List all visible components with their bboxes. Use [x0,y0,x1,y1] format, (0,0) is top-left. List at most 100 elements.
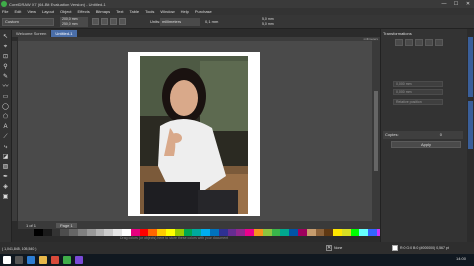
palette-swatch[interactable] [350,229,360,236]
drop-shadow-icon[interactable]: ◪ [2,154,9,161]
palette-swatch[interactable] [341,229,351,236]
menu-window[interactable]: Window [160,9,174,14]
apply-button[interactable]: Apply [391,141,461,148]
menu-object[interactable]: Object [60,9,72,14]
palette-swatch[interactable] [165,229,175,236]
palette-swatch[interactable] [77,229,87,236]
menu-text[interactable]: Text [116,9,123,14]
parallel-dimension-icon[interactable]: ⟋ [2,134,9,141]
palette-swatch[interactable] [306,229,316,236]
palette-swatch[interactable] [262,229,272,236]
palette-swatch[interactable] [227,229,237,236]
palette-swatch[interactable] [333,229,342,236]
landscape-icon[interactable] [101,18,108,25]
text-tool-icon[interactable]: A [2,124,9,131]
palette-swatch[interactable] [104,229,114,236]
palette-swatch[interactable] [130,229,140,236]
palette-swatch[interactable] [148,229,158,236]
outline-swatch[interactable] [392,245,398,251]
scale-icon[interactable] [415,39,423,46]
palette-swatch[interactable] [183,229,193,236]
freehand-tool-icon[interactable]: ✎ [2,74,9,81]
relative-position-checkbox[interactable]: Relative position [393,99,443,105]
portrait-icon[interactable] [92,18,99,25]
palette-swatch[interactable] [113,229,122,236]
connector-tool-icon[interactable]: ⤷ [2,144,9,151]
crop-tool-icon[interactable]: ⊡ [2,54,9,61]
menu-effects[interactable]: Effects [78,9,90,14]
maximize-button[interactable]: ☐ [450,0,462,8]
menu-tools[interactable]: Tools [145,9,154,14]
current-page-icon[interactable] [119,18,126,25]
palette-swatch[interactable] [297,229,307,236]
transparency-icon[interactable]: ▨ [2,164,9,171]
nudge-distance-field[interactable]: 0,1 mm [205,19,218,24]
minimize-button[interactable]: — [438,0,450,8]
edge-icon[interactable] [27,256,35,264]
palette-swatch[interactable] [280,229,290,236]
palette-swatch[interactable] [289,229,298,236]
search-icon[interactable] [15,256,23,264]
all-pages-icon[interactable] [110,18,117,25]
placed-bitmap-photo[interactable] [140,56,248,214]
menu-layout[interactable]: Layout [42,9,54,14]
units-select[interactable]: millimeters [160,18,200,26]
menu-purchase[interactable]: Purchase [195,9,212,14]
shape-tool-icon[interactable]: ⌖ [2,44,9,51]
palette-swatch[interactable] [324,229,334,236]
smart-fill-icon[interactable]: ▣ [2,194,9,201]
ellipse-tool-icon[interactable]: ◯ [2,104,9,111]
palette-swatch[interactable] [95,229,105,236]
palette-swatch[interactable] [315,229,325,236]
pick-tool-icon[interactable]: ↖ [2,34,9,41]
start-icon[interactable] [3,256,11,264]
menu-bitmaps[interactable]: Bitmaps [96,9,110,14]
palette-swatch[interactable] [192,229,202,236]
menu-file[interactable]: File [2,9,8,14]
palette-swatch[interactable] [34,229,43,236]
app-task-icon[interactable] [75,256,83,264]
explorer-icon[interactable] [39,256,47,264]
close-button[interactable]: ✕ [462,0,474,8]
palette-swatch[interactable] [51,229,61,236]
palette-swatch[interactable] [42,229,52,236]
palette-swatch[interactable] [209,229,219,236]
position-y-field[interactable]: 0,000 mm [393,89,443,95]
palette-swatch[interactable] [60,229,70,236]
side-tab-transformations[interactable] [468,37,473,97]
rotate-icon[interactable] [405,39,413,46]
menu-view[interactable]: View [27,9,36,14]
palette-swatch[interactable] [245,229,254,236]
vertical-ruler[interactable] [12,41,17,221]
palette-swatch[interactable] [368,229,378,236]
palette-swatch[interactable] [236,229,246,236]
side-tab-object-properties[interactable] [468,101,473,149]
eyedropper-icon[interactable]: ✒ [2,174,9,181]
rectangle-tool-icon[interactable]: ▭ [2,94,9,101]
polygon-tool-icon[interactable]: ⬠ [2,114,9,121]
vertical-scrollbar[interactable] [372,41,380,221]
tab-untitled-1[interactable]: Untitled-1 [51,30,77,37]
palette-swatch[interactable] [271,229,281,236]
position-icon[interactable] [395,39,403,46]
copies-field[interactable]: 0 [440,132,442,137]
zoom-tool-icon[interactable]: ⚲ [2,64,9,71]
palette-swatch[interactable] [86,229,96,236]
palette-swatch[interactable] [174,229,184,236]
interactive-fill-icon[interactable]: ◈ [2,184,9,191]
store-icon[interactable] [51,256,59,264]
artistic-media-icon[interactable]: 〰 [2,84,9,91]
page-tab-1[interactable]: Page 1 [56,222,77,228]
palette-swatch[interactable] [253,229,263,236]
palette-swatch[interactable] [359,229,369,236]
position-x-field[interactable]: 0,000 mm [393,81,443,87]
size-icon[interactable] [425,39,433,46]
menu-table[interactable]: Table [130,9,140,14]
tab-welcome-screen[interactable]: Welcome Screen [12,30,51,37]
palette-swatch[interactable] [218,229,228,236]
skew-icon[interactable] [435,39,443,46]
page-preset-select[interactable]: Custom [2,18,54,26]
menu-edit[interactable]: Edit [14,9,21,14]
scrollbar-thumb[interactable] [374,91,378,171]
page-height-field[interactable]: 250,0 mm [60,22,88,27]
